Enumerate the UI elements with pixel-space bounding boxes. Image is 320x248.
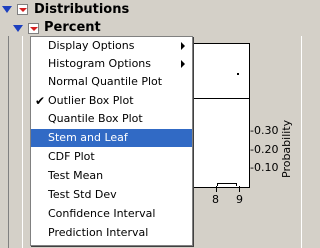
menu-item-label: Stem and Leaf: [48, 131, 128, 144]
menu-item-label: CDF Plot: [48, 150, 95, 163]
menu-item-label: Prediction Interval: [48, 226, 149, 239]
histogram-plot-frame: [189, 43, 250, 188]
menu-item-label: Display Options: [48, 39, 135, 52]
menu-item-stem-and-leaf[interactable]: Stem and Leaf: [31, 129, 192, 147]
menu-item-test-std-dev[interactable]: Test Std Dev: [31, 186, 192, 204]
menu-item-confidence-interval[interactable]: Confidence Interval: [31, 205, 192, 223]
menu-item-label: Quantile Box Plot: [48, 112, 143, 125]
percent-disclosure-icon[interactable]: [13, 25, 23, 32]
percent-popup-icon[interactable]: [28, 23, 39, 34]
panel-border-left-inner: [22, 36, 23, 248]
menu-item-label: Normal Quantile Plot: [48, 75, 163, 88]
x-tick-label-9: 9: [236, 193, 243, 206]
distributions-title: Distributions: [34, 2, 130, 17]
x-tick-mark-9: [239, 186, 240, 192]
distributions-popup-icon[interactable]: [17, 4, 28, 15]
menu-item-label: Histogram Options: [48, 57, 152, 70]
menu-item-label: Test Std Dev: [48, 188, 117, 201]
percent-title: Percent: [44, 20, 101, 35]
outlier-point: [237, 73, 239, 75]
menu-item-normal-quantile-plot[interactable]: Normal Quantile Plot: [31, 73, 192, 91]
y-axis-title: Probability: [280, 119, 293, 178]
box-plot-segment: [217, 183, 237, 186]
percent-options-menu: Display Options Histogram Options Normal…: [30, 36, 193, 246]
right-edge: [301, 36, 308, 248]
menu-item-label: Confidence Interval: [48, 207, 156, 220]
menu-item-cdf-plot[interactable]: CDF Plot: [31, 148, 192, 166]
y-tick-label-020: -0.20: [250, 143, 279, 156]
panel-border-left: [8, 36, 9, 248]
y-tick-label-010: -0.10: [250, 161, 279, 174]
menu-item-histogram-options[interactable]: Histogram Options: [31, 55, 192, 73]
x-tick-label-8: 8: [212, 193, 219, 206]
menu-item-quantile-box-plot[interactable]: Quantile Box Plot: [31, 110, 192, 128]
x-tick-mark-8: [216, 186, 217, 192]
menu-item-label: Test Mean: [48, 169, 104, 182]
menu-item-prediction-interval[interactable]: Prediction Interval: [31, 224, 192, 242]
plot-divider-line: [189, 98, 250, 99]
menu-item-label: Outlier Box Plot: [48, 94, 134, 107]
menu-item-display-options[interactable]: Display Options: [31, 37, 192, 55]
submenu-arrow-icon: [181, 42, 185, 50]
distributions-disclosure-icon[interactable]: [2, 6, 12, 13]
menu-item-outlier-box-plot[interactable]: ✔ Outlier Box Plot: [31, 92, 192, 110]
y-tick-label-030: -0.30: [250, 124, 279, 137]
submenu-arrow-icon: [181, 60, 185, 68]
checkmark-icon: ✔: [35, 94, 46, 108]
menu-item-test-mean[interactable]: Test Mean: [31, 167, 192, 185]
